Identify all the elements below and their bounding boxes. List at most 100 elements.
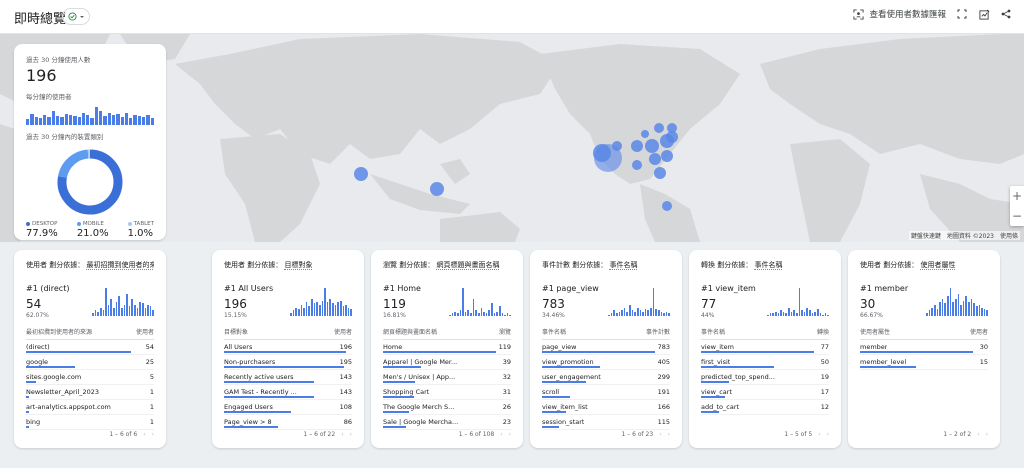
users-last-30-label: 過去 30 分鐘使用人數	[26, 56, 91, 64]
prev-page-icon[interactable]: ‹	[977, 431, 979, 438]
row-bar	[860, 351, 973, 353]
zoom-in-icon[interactable]: +	[1012, 189, 1022, 203]
next-page-icon[interactable]: ›	[668, 431, 670, 438]
top-item-sparkline[interactable]	[290, 288, 352, 316]
zoom-out-icon[interactable]: −	[1012, 209, 1022, 223]
dimension-dropdown[interactable]: 目標對象	[284, 261, 313, 270]
table-row[interactable]: view_item_list 166	[542, 400, 670, 415]
map-zoom-control[interactable]: + −	[1010, 186, 1024, 226]
table-row[interactable]: sites.google.com 5	[26, 370, 154, 385]
row-value: 1	[149, 403, 154, 411]
spark-bar	[774, 311, 777, 316]
top-item-percent: 66.67%	[860, 312, 883, 319]
table-row[interactable]: bing 1	[26, 415, 154, 430]
spark-bar	[970, 299, 973, 316]
dimension-dropdown[interactable]: 事件名稱	[609, 261, 638, 270]
next-page-icon[interactable]: ›	[827, 431, 829, 438]
top-item-sparkline[interactable]	[92, 288, 154, 316]
table-row[interactable]: member 30	[860, 340, 988, 355]
dimension-dropdown[interactable]: 網頁標題與畫面名稱	[436, 261, 500, 270]
row-bar	[224, 426, 278, 428]
per-minute-bar	[120, 117, 124, 125]
table-row[interactable]: page_view 783	[542, 340, 670, 355]
row-bar	[542, 396, 571, 398]
spark-bar	[981, 307, 983, 316]
row-bar	[26, 396, 29, 398]
view-snapshot-button[interactable]: 查看使用者數據匯報	[853, 8, 946, 20]
table-row[interactable]: Men's / Unisex | App... 32	[383, 370, 511, 385]
card-title: 使用者 劃分依據： 最初招攬到使用者的來源	[26, 260, 154, 270]
table-row[interactable]: Shopping Cart 31	[383, 385, 511, 400]
next-page-icon[interactable]: ›	[350, 431, 352, 438]
table-row[interactable]: first_visit 50	[701, 355, 829, 370]
spark-bar	[493, 313, 496, 316]
table-row[interactable]: Apparel | Google Mer... 39	[383, 355, 511, 370]
table-row[interactable]: google 25	[26, 355, 154, 370]
spark-bar	[345, 304, 347, 316]
dimension-dropdown[interactable]: 事件名稱	[754, 261, 783, 270]
prev-page-icon[interactable]: ‹	[659, 431, 661, 438]
row-value: 39	[502, 358, 511, 366]
table-row[interactable]: view_item 77	[701, 340, 829, 355]
table-row[interactable]: Engaged Users 108	[224, 400, 352, 415]
table-row[interactable]: predicted_top_spend... 19	[701, 370, 829, 385]
top-item-sparkline[interactable]	[449, 288, 511, 316]
table-row[interactable]: member_level 15	[860, 355, 988, 370]
table-row[interactable]: view_promotion 405	[542, 355, 670, 370]
table-row[interactable]: user_engagement 299	[542, 370, 670, 385]
card-metric: 轉換 劃分依據：	[701, 261, 753, 269]
fullscreen-icon	[957, 9, 967, 19]
table-row[interactable]: Recently active users 143	[224, 370, 352, 385]
per-minute-bar	[60, 117, 64, 125]
legend-label-text: MOBILE	[82, 221, 104, 227]
users-per-minute-chart[interactable]	[26, 105, 154, 125]
next-page-icon[interactable]: ›	[509, 431, 511, 438]
fullscreen-button[interactable]	[956, 8, 968, 20]
dimension-dropdown[interactable]: 使用者屬性	[920, 261, 956, 270]
dimension-dropdown[interactable]: 最初招攬到使用者的來源	[86, 261, 154, 270]
row-name: Page_view > 8	[224, 418, 272, 426]
row-value: 25	[145, 358, 154, 366]
prev-page-icon[interactable]: ‹	[143, 431, 145, 438]
table-row[interactable]: All Users 196	[224, 340, 352, 355]
table-row[interactable]: session_start 115	[542, 415, 670, 430]
edit-comparison-button[interactable]	[978, 8, 990, 20]
table-row[interactable]: scroll 191	[542, 385, 670, 400]
table-row[interactable]: Page_view > 8 86	[224, 415, 352, 430]
spark-bar	[115, 302, 118, 316]
share-button[interactable]	[1000, 8, 1012, 20]
table-row[interactable]: GAM Test - Recently ... 143	[224, 385, 352, 400]
table-row[interactable]: add_to_cart 12	[701, 400, 829, 415]
table-row[interactable]: art-analytics.appspot.com 1	[26, 400, 154, 415]
row-value: 77	[820, 343, 829, 351]
next-page-icon[interactable]: ›	[152, 431, 154, 438]
spark-bar	[329, 299, 331, 316]
spark-bar	[144, 307, 147, 316]
pagination-label: 1 – 6 of 23	[621, 431, 654, 438]
prev-page-icon[interactable]: ‹	[818, 431, 820, 438]
top-item-sparkline[interactable]	[767, 288, 829, 316]
column-metric: 事件計數	[645, 329, 670, 336]
spark-bar	[962, 300, 965, 316]
table-row[interactable]: Sale | Google Mercha... 23	[383, 415, 511, 430]
table-row[interactable]: The Google Merch S... 26	[383, 400, 511, 415]
prev-page-icon[interactable]: ‹	[500, 431, 502, 438]
next-page-icon[interactable]: ›	[986, 431, 988, 438]
row-bar	[383, 426, 407, 428]
status-dropdown[interactable]	[62, 8, 90, 25]
prev-page-icon[interactable]: ‹	[341, 431, 343, 438]
donut-slice-mobile[interactable]	[58, 149, 89, 179]
legend-label: TABLET	[127, 221, 154, 227]
per-minute-bar	[99, 111, 103, 125]
row-bar	[542, 351, 655, 353]
spark-bar	[767, 314, 769, 316]
table-row[interactable]: (direct) 54	[26, 340, 154, 355]
device-donut-chart[interactable]	[55, 147, 125, 217]
top-item-sparkline[interactable]	[926, 288, 988, 316]
table-row[interactable]: Home 119	[383, 340, 511, 355]
table-row[interactable]: view_cart 17	[701, 385, 829, 400]
table-row[interactable]: Newsletter_April_2023 1	[26, 385, 154, 400]
spark-bar	[975, 306, 978, 316]
table-row[interactable]: Non-purchasers 195	[224, 355, 352, 370]
top-item-sparkline[interactable]	[608, 288, 670, 316]
